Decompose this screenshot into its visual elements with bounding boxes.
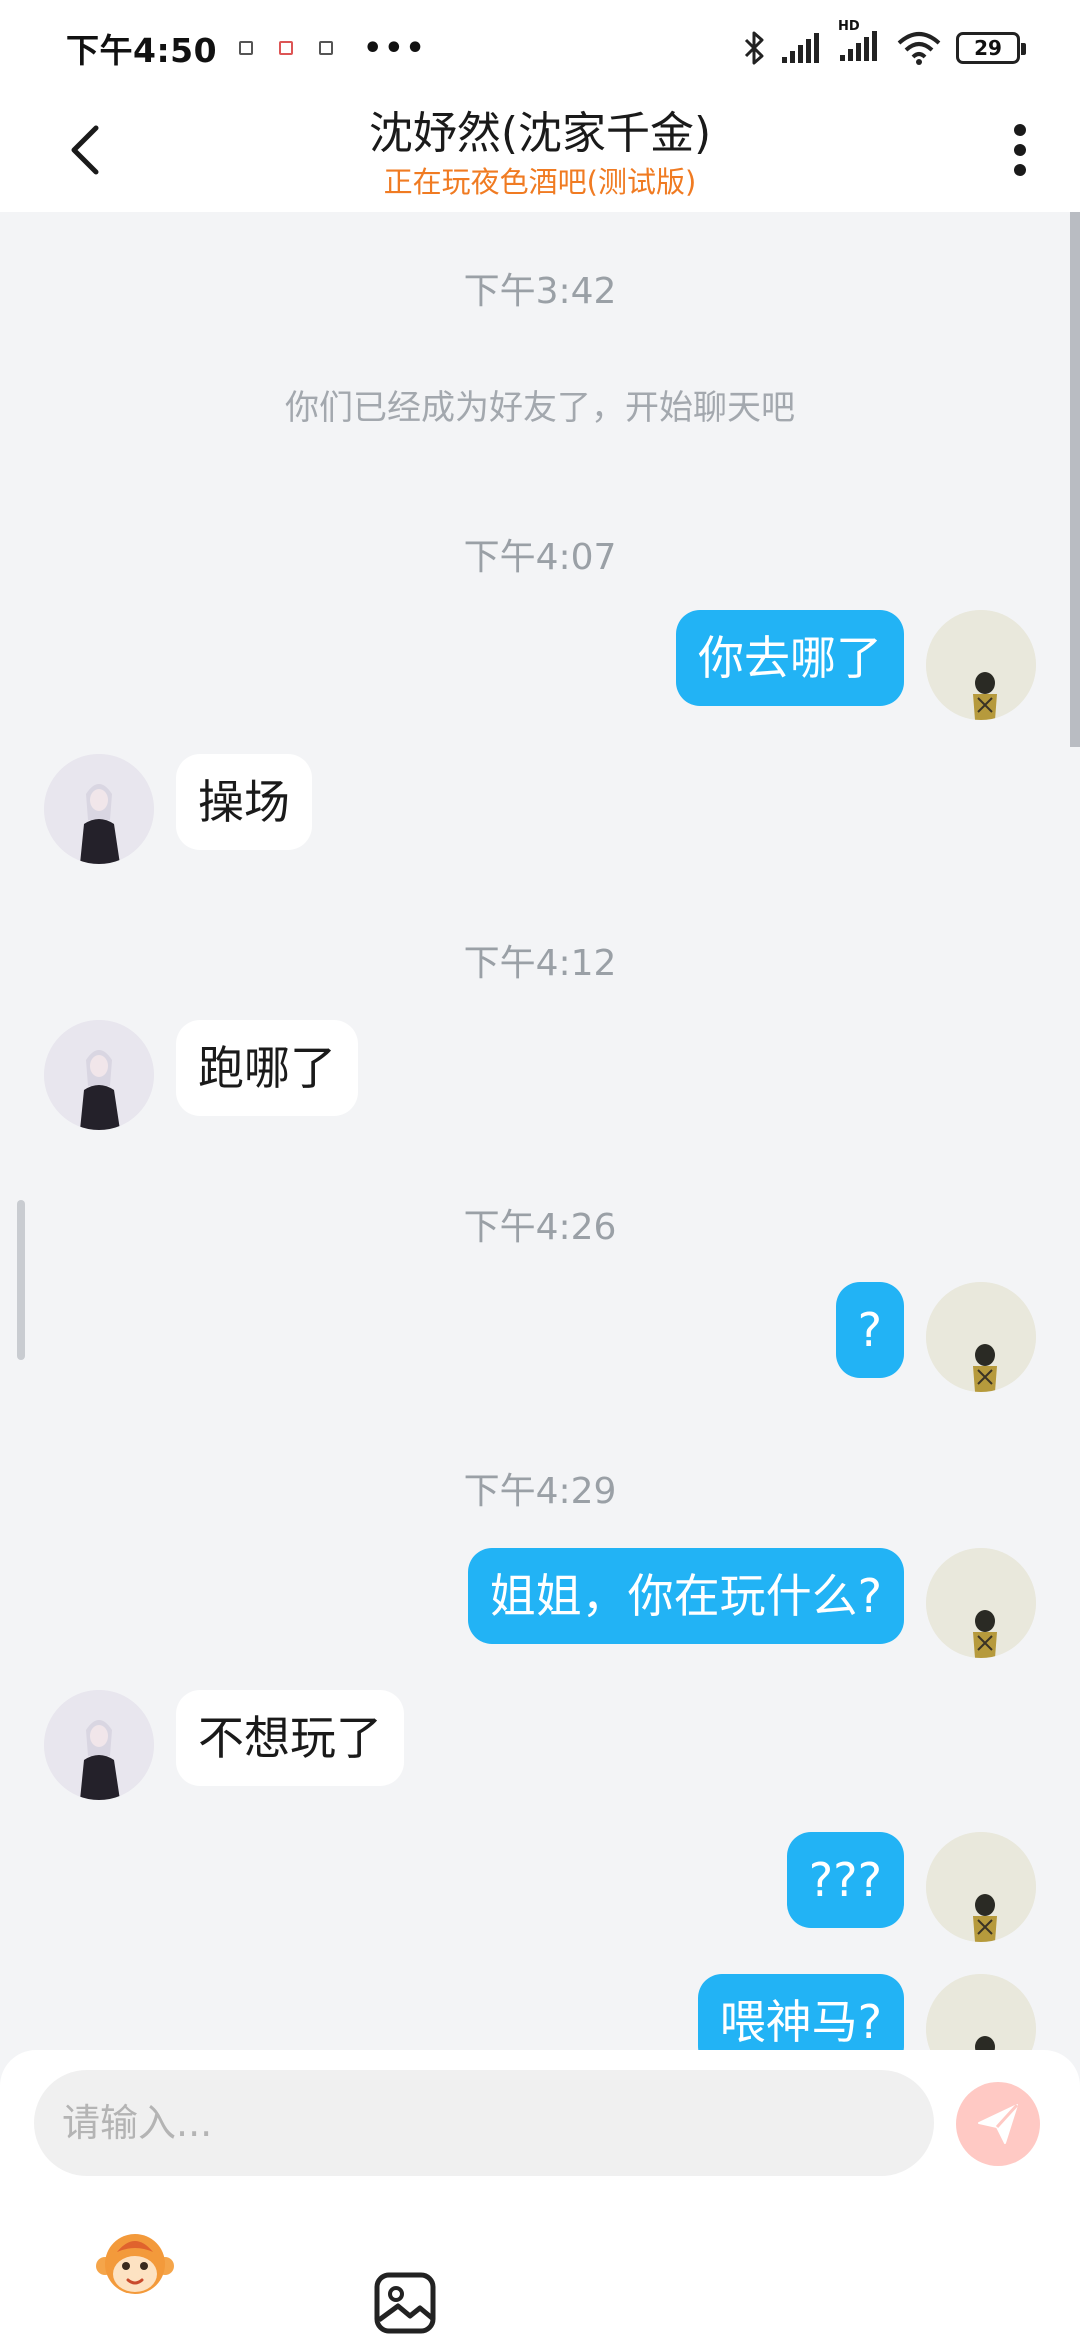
my-avatar[interactable] bbox=[926, 1832, 1036, 1942]
chat-screen: 下午4:50 ••• HD 29 沈妤然(沈家千金) 正在玩夜色酒吧(测试版) … bbox=[0, 0, 1080, 2340]
notification-icons bbox=[239, 41, 334, 55]
monkey-emoji-icon bbox=[96, 2234, 174, 2294]
battery-icon: 29 bbox=[956, 32, 1026, 64]
message-bubble-sent[interactable]: ??? bbox=[786, 1832, 904, 1928]
notification-icon bbox=[279, 41, 294, 55]
my-avatar[interactable] bbox=[926, 1282, 1036, 1392]
system-icons: HD 29 bbox=[742, 19, 1026, 67]
paper-plane-icon bbox=[978, 2103, 1019, 2144]
contact-name: 沈妤然(沈家千金) bbox=[368, 108, 712, 159]
avatar-image bbox=[926, 1974, 1036, 2050]
my-avatar[interactable] bbox=[926, 1548, 1036, 1658]
timestamp: 下午4:29 bbox=[463, 1471, 617, 1512]
message-input[interactable] bbox=[34, 2070, 934, 2176]
my-avatar[interactable] bbox=[926, 1974, 1036, 2050]
message-list[interactable]: 下午3:42 你们已经成为好友了，开始聊天吧 下午4:07 你去哪了 操场 下午… bbox=[0, 212, 1080, 2050]
chat-header: 沈妤然(沈家千金) 正在玩夜色酒吧(测试版) bbox=[0, 96, 1080, 212]
signal-icon bbox=[782, 33, 819, 63]
avatar-image bbox=[926, 610, 1036, 720]
avatar-image bbox=[926, 1548, 1036, 1658]
status-bar: 下午4:50 ••• HD 29 bbox=[0, 0, 1080, 96]
message-bubble-sent[interactable]: ? bbox=[835, 1282, 904, 1378]
image-icon bbox=[374, 2272, 436, 2334]
message-bubble-received[interactable]: 不想玩了 bbox=[176, 1690, 404, 1786]
more-vertical-icon bbox=[1014, 124, 1026, 176]
contact-status: 正在玩夜色酒吧(测试版) bbox=[383, 165, 697, 199]
chevron-left-icon bbox=[71, 125, 99, 175]
send-button[interactable] bbox=[956, 2082, 1040, 2166]
notification-icon bbox=[319, 41, 334, 55]
notification-icon bbox=[239, 41, 254, 55]
header-center: 沈妤然(沈家千金) 正在玩夜色酒吧(测试版) bbox=[369, 106, 711, 202]
message-bubble-sent[interactable]: 你去哪了 bbox=[676, 610, 904, 706]
message-bubble-received[interactable]: 跑哪了 bbox=[176, 1020, 358, 1116]
input-panel bbox=[0, 2050, 1080, 2340]
more-notifications-icon: ••• bbox=[363, 30, 427, 66]
status-time: 下午4:50 bbox=[66, 31, 218, 70]
avatar-image bbox=[44, 1020, 154, 1130]
message-bubble-received[interactable]: 操场 bbox=[176, 754, 312, 850]
bluetooth-icon bbox=[744, 31, 764, 65]
hd-label: HD bbox=[838, 19, 860, 34]
avatar-image bbox=[926, 1832, 1036, 1942]
timestamp: 下午4:07 bbox=[463, 537, 617, 578]
contact-avatar[interactable] bbox=[44, 754, 154, 864]
avatar-image bbox=[44, 754, 154, 864]
timestamp: 下午4:12 bbox=[463, 943, 617, 984]
system-message: 你们已经成为好友了，开始聊天吧 bbox=[285, 388, 795, 428]
avatar-image bbox=[44, 1690, 154, 1800]
more-options-button[interactable] bbox=[1000, 116, 1040, 184]
back-button[interactable] bbox=[60, 120, 110, 180]
contact-avatar[interactable] bbox=[44, 1020, 154, 1130]
message-bubble-sent[interactable]: 姐姐，你在玩什么? bbox=[467, 1548, 904, 1644]
my-avatar[interactable] bbox=[926, 610, 1036, 720]
signal-icon bbox=[840, 31, 877, 61]
message-bubble-sent[interactable]: 喂神马? bbox=[697, 1974, 904, 2050]
emoji-button[interactable] bbox=[95, 2222, 175, 2302]
avatar-image bbox=[926, 1282, 1036, 1392]
contact-avatar[interactable] bbox=[44, 1690, 154, 1800]
image-button[interactable] bbox=[372, 2270, 438, 2336]
timestamp: 下午4:26 bbox=[463, 1207, 617, 1248]
wifi-icon bbox=[897, 32, 941, 65]
timestamp: 下午3:42 bbox=[463, 271, 617, 312]
signal-hd: HD bbox=[838, 19, 882, 67]
